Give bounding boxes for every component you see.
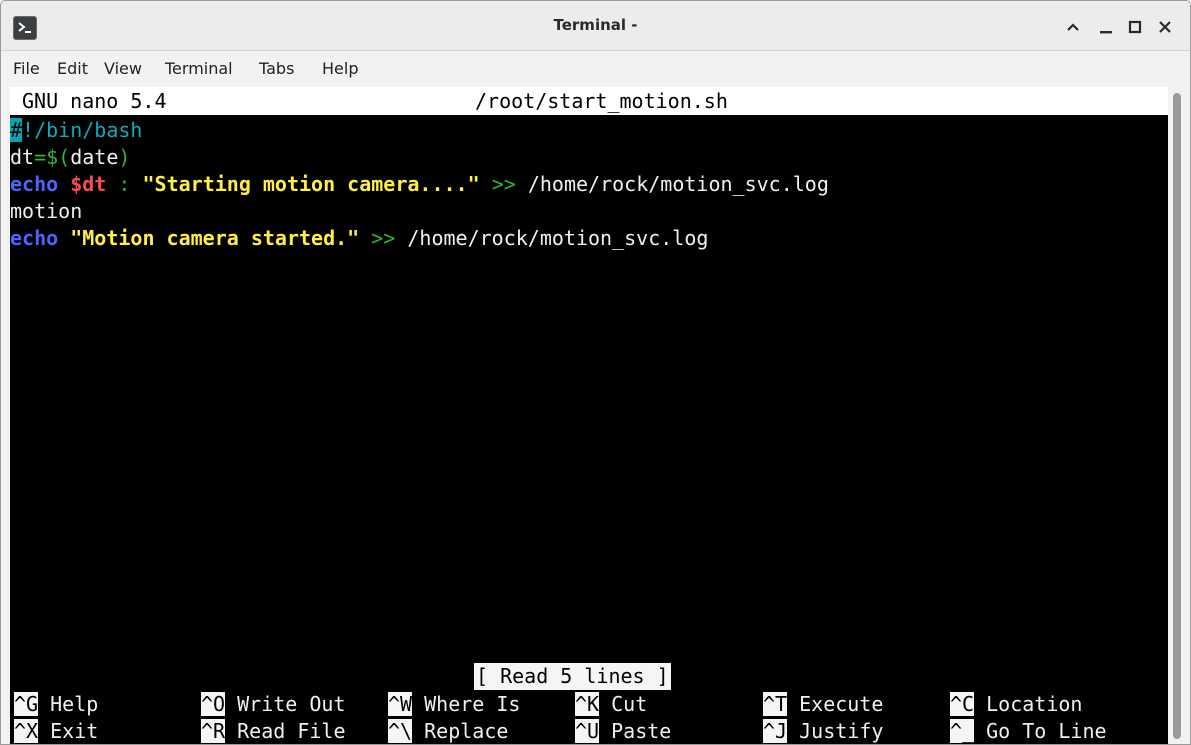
menu-view[interactable]: View [104, 51, 142, 87]
shortcut-help[interactable]: ^G Help [14, 691, 98, 718]
shortcut-location[interactable]: ^C Location [950, 691, 1082, 718]
nano-header-bar: GNU nano 5.4 /root/start_motion.sh [10, 87, 1168, 115]
scrollbar-thumb[interactable] [1173, 93, 1181, 739]
cursor: # [10, 118, 23, 142]
code-line-4[interactable]: motion [10, 198, 82, 225]
code-line-2[interactable]: dt=$(date) [10, 144, 130, 171]
shortcut-justify[interactable]: ^J Justify [763, 718, 883, 744]
menu-bar: File Edit View Terminal Tabs Help [1, 51, 1190, 87]
shortcut-read-file[interactable]: ^R Read File [201, 718, 346, 744]
maximize-icon[interactable] [1126, 18, 1144, 36]
code-line-1[interactable]: #!/bin/bash [10, 117, 142, 144]
menu-edit[interactable]: Edit [57, 51, 88, 87]
title-bar[interactable]: Terminal - [1, 1, 1190, 51]
menu-tabs[interactable]: Tabs [259, 51, 294, 87]
menu-file[interactable]: File [13, 51, 40, 87]
nano-version: GNU nano 5.4 [22, 89, 167, 113]
minimize-icon[interactable] [1097, 18, 1115, 36]
shortcut-where-is[interactable]: ^W Where Is [388, 691, 520, 718]
shortcut-execute[interactable]: ^T Execute [763, 691, 883, 718]
nano-filename: /root/start_motion.sh [475, 89, 728, 113]
code-line-5[interactable]: echo "Motion camera started." >> /home/r… [10, 225, 708, 252]
close-icon[interactable] [1156, 18, 1174, 36]
shortcut-exit[interactable]: ^X Exit [14, 718, 98, 744]
chevron-up-icon[interactable] [1064, 18, 1082, 36]
menu-terminal[interactable]: Terminal [165, 51, 233, 87]
terminal-window: Terminal - File Edit View Terminal Tabs … [0, 0, 1191, 745]
shortcut-cut[interactable]: ^K Cut [575, 691, 647, 718]
window-title: Terminal - [553, 16, 638, 34]
shortcut-paste[interactable]: ^U Paste [575, 718, 671, 744]
shortcut-write-out[interactable]: ^O Write Out [201, 691, 346, 718]
shortcut-go-to-line[interactable]: ^_ Go To Line [950, 718, 1107, 744]
terminal-content[interactable]: GNU nano 5.4 /root/start_motion.sh #!/bi… [10, 87, 1168, 744]
code-line-3[interactable]: echo $dt : "Starting motion camera...." … [10, 171, 829, 198]
nano-status-message: [ Read 5 lines ] [474, 663, 671, 690]
vertical-scrollbar[interactable] [1168, 87, 1190, 744]
shortcut-replace[interactable]: ^\ Replace [388, 718, 508, 744]
menu-help[interactable]: Help [322, 51, 358, 87]
